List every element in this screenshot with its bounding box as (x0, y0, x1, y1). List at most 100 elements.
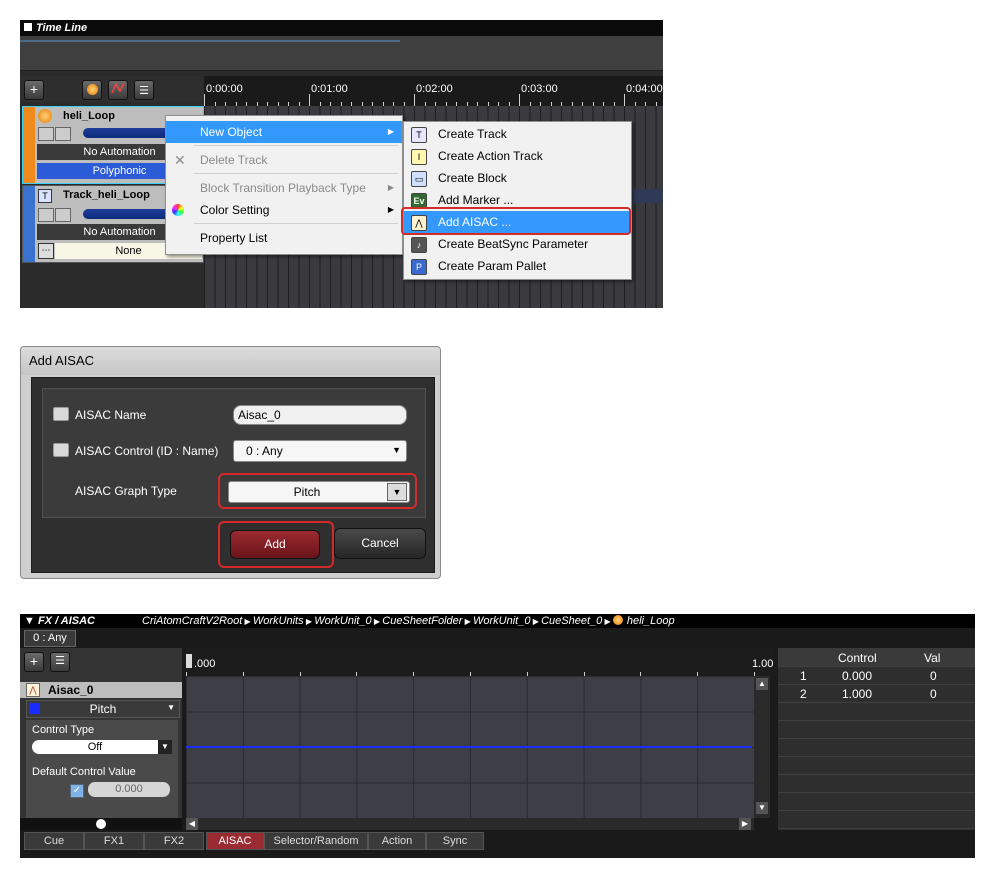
breadcrumb-separator-icon: ▶ (242, 617, 253, 626)
menu-item-color-setting[interactable]: Color Setting ▶ (166, 199, 402, 221)
list-icon-button[interactable]: ☰ (134, 80, 154, 100)
breadcrumb-item[interactable]: WorkUnit_0 (473, 615, 530, 627)
tab-sync[interactable]: Sync (426, 832, 484, 850)
dialog-title: Add AISAC (21, 347, 440, 375)
breadcrumb-item[interactable]: WorkUnits (253, 615, 304, 627)
aisac-name-icon (53, 407, 69, 421)
cue-icon-button[interactable] (82, 80, 102, 100)
aisac-side-panel: + ☰ ⋀ Aisac_0 Pitch ▼ Control Type Off ▼… (20, 648, 182, 830)
block-icon: ▭ (411, 171, 427, 187)
zoom-slider-track[interactable] (20, 818, 182, 830)
scroll-left-icon[interactable]: ◀ (186, 818, 198, 830)
cue-icon (612, 615, 623, 625)
dialog-body: AISAC Name Aisac_0 AISAC Control (ID : N… (31, 377, 435, 573)
breadcrumb-separator-icon: ▶ (530, 617, 542, 626)
chevron-down-icon: ▼ (158, 740, 172, 754)
add-aisac-button[interactable]: + (24, 652, 44, 672)
timeline-overview (20, 36, 663, 71)
zoom-slider-handle[interactable] (96, 819, 106, 829)
graph-v-scrollbar[interactable]: ▲ ▼ (754, 676, 770, 818)
chevron-down-icon: ▼ (392, 445, 401, 455)
aisac-control-label: AISAC Control (ID : Name) (75, 444, 219, 458)
breadcrumb: CriAtomCraftV2Root ▶ WorkUnits ▶ WorkUni… (142, 614, 675, 629)
default-control-label: Default Control Value (32, 766, 136, 778)
tab-fx1[interactable]: FX1 (84, 832, 144, 850)
aisac-control-select[interactable]: 0 : Any ▼ (233, 440, 407, 462)
list-icon: ☰ (139, 85, 149, 97)
timeline-panel: Time Line + ☰ 0:00:00 0:01:00 0:02:00 0:03:… (20, 20, 663, 308)
row-value: 0 (930, 669, 937, 683)
menu-item-property-list[interactable]: Property List (166, 227, 402, 249)
scroll-up-icon[interactable]: ▲ (756, 678, 768, 690)
timeline-ruler[interactable]: 0:00:00 0:01:00 0:02:00 0:03:00 0:04:00 (204, 76, 663, 106)
table-row[interactable]: 1 0.000 0 (778, 666, 975, 684)
track-color-bar (23, 186, 35, 262)
menu-item-delete-track[interactable]: ✕ Delete Track (166, 149, 402, 171)
table-row[interactable]: 2 1.000 0 (778, 684, 975, 702)
scroll-right-icon[interactable]: ▶ (739, 818, 751, 830)
more-icon: ⋯ (38, 243, 54, 259)
menu-item-new-object[interactable]: New Object ▶ (166, 121, 402, 143)
highlight-add-button (218, 521, 334, 568)
ruler-tick-label: 0:01:00 (311, 83, 348, 95)
ruler-tick (414, 94, 415, 106)
aisac-settings-box: Control Type Off ▼ Default Control Value… (26, 720, 178, 828)
control-type-select[interactable]: Off ▼ (32, 740, 172, 754)
control-type-label: Control Type (32, 724, 95, 736)
breadcrumb-item[interactable]: WorkUnit_0 (314, 615, 371, 627)
cue-icon (86, 84, 98, 95)
breadcrumb-item[interactable]: CriAtomCraftV2Root (142, 615, 242, 627)
control-tab[interactable]: 0 : Any (24, 630, 76, 647)
graph-type-select[interactable]: Pitch ▼ (26, 700, 180, 718)
menu-item-create-beatsync[interactable]: ♪ Create BeatSync Parameter (404, 233, 631, 255)
tab-aisac[interactable]: AISAC (206, 832, 264, 850)
axis-end-label: 1.00 (752, 658, 774, 670)
timeline-title-bar: Time Line (20, 20, 663, 36)
delete-x-icon: ✕ (174, 152, 186, 168)
default-control-input[interactable]: 0.000 (88, 782, 170, 797)
aisac-graph[interactable] (186, 676, 754, 818)
tab-selector-random[interactable]: Selector/Random (264, 832, 368, 850)
menu-item-create-track[interactable]: T Create Track (404, 123, 631, 145)
tab-fx2[interactable]: FX2 (144, 832, 204, 850)
ruler-tick (309, 94, 310, 106)
aisac-name-input[interactable]: Aisac_0 (233, 405, 407, 425)
aisac-curve-line[interactable] (186, 746, 752, 748)
tab-cue[interactable]: Cue (24, 832, 84, 850)
aisac-item-row[interactable]: ⋀ Aisac_0 (20, 682, 182, 698)
aisac-graph-type-label: AISAC Graph Type (75, 484, 177, 498)
action-track-icon: I (411, 149, 427, 165)
new-object-submenu: T Create Track I Create Action Track ▭ Crea… (403, 121, 632, 280)
menu-item-create-action-track[interactable]: I Create Action Track (404, 145, 631, 167)
scroll-down-icon[interactable]: ▼ (756, 802, 768, 814)
range-start-handle[interactable] (186, 654, 192, 668)
add-track-button[interactable]: + (24, 80, 44, 100)
breadcrumb-item[interactable]: CueSheetFolder (382, 615, 462, 627)
aisac-name-label: AISAC Name (75, 408, 147, 422)
menu-item-create-param-pallet[interactable]: P Create Param Pallet (404, 255, 631, 277)
aisac-control-value: 0 : Any (246, 444, 283, 458)
breadcrumb-separator-icon: ▶ (602, 617, 613, 626)
row-control: 0.000 (842, 669, 873, 683)
breadcrumb-item[interactable]: heli_Loop (627, 615, 675, 627)
menu-item-block-transition[interactable]: Block Transition Playback Type ▶ (166, 177, 402, 199)
menu-item-create-block[interactable]: ▭ Create Block (404, 167, 631, 189)
ruler-tick (204, 94, 205, 106)
graph-h-scrollbar[interactable]: ◀ ▶ (186, 818, 754, 830)
table-header-control: Control (838, 651, 877, 665)
list-icon-button[interactable]: ☰ (50, 652, 70, 672)
tab-action[interactable]: Action (368, 832, 426, 850)
breadcrumb-item[interactable]: CueSheet_0 (541, 615, 602, 627)
default-control-checkbox[interactable]: ✓ (70, 784, 84, 798)
graph-ruler: .000 1.00 (186, 648, 774, 676)
automation-icon-button[interactable] (108, 80, 128, 100)
cancel-button[interactable]: Cancel (334, 528, 426, 559)
submenu-arrow-icon: ▶ (387, 127, 394, 136)
aisac-icon: ⋀ (26, 683, 40, 697)
submenu-arrow-icon: ▶ (387, 183, 394, 192)
row-index: 2 (800, 687, 807, 701)
aisac-control-icon (53, 443, 69, 457)
ruler-tick-label: 0:03:00 (521, 83, 558, 95)
aisac-graph-icon (38, 127, 54, 141)
ruler-tick-label: 0:02:00 (416, 83, 453, 95)
